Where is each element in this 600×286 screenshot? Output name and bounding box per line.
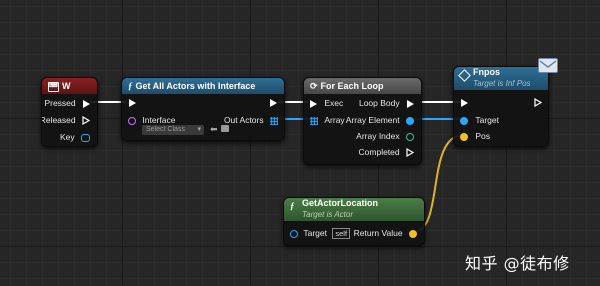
fnpos-target-row[interactable]: Target bbox=[460, 114, 499, 127]
array-element-label: Array Element bbox=[345, 115, 400, 125]
return-value-label: Return Value bbox=[353, 228, 403, 238]
get-loc-header[interactable]: ƒ GetActorLocation Target is Actor bbox=[284, 198, 424, 221]
fnpos-target-label: Target bbox=[475, 115, 499, 125]
watermark: 知乎 @徒布修 bbox=[465, 254, 570, 273]
array-element-pin[interactable] bbox=[406, 116, 414, 125]
completed-exec-pin[interactable] bbox=[406, 148, 414, 158]
loop-body-row[interactable]: Loop Body bbox=[359, 97, 414, 110]
self-value-box[interactable]: self bbox=[332, 228, 351, 239]
array-in-pin[interactable] bbox=[310, 116, 318, 125]
array-label: Array bbox=[324, 115, 345, 125]
fnpos-pos-label: Pos bbox=[475, 131, 491, 141]
foreach-header[interactable]: ⟳ For Each Loop bbox=[304, 78, 421, 94]
array-index-label: Array Index bbox=[356, 131, 400, 141]
browse-arrow-icon[interactable]: ⬅ bbox=[210, 124, 218, 135]
fnpos-pos-row[interactable]: Pos bbox=[460, 130, 490, 143]
select-class-value: Select Class bbox=[146, 126, 185, 133]
array-index-row[interactable]: Array Index bbox=[356, 130, 414, 143]
get-all-header[interactable]: ƒ Get All Actors with Interface bbox=[122, 78, 284, 94]
get-loc-target-pin[interactable] bbox=[290, 229, 298, 238]
fnpos-target-pin[interactable] bbox=[460, 116, 468, 125]
released-exec-pin[interactable] bbox=[82, 116, 90, 126]
fnpos-exec-in-pin[interactable] bbox=[461, 99, 468, 107]
foreach-array-row[interactable]: Array bbox=[310, 114, 345, 127]
out-actors-label: Out Actors bbox=[223, 115, 264, 125]
loop-icon: ⟳ bbox=[310, 81, 318, 91]
out-actors-array-pin[interactable] bbox=[270, 116, 278, 125]
keyboard-icon: ⌨ bbox=[48, 81, 59, 92]
return-value-row[interactable]: Return Value bbox=[354, 227, 417, 240]
array-index-pin[interactable] bbox=[406, 132, 414, 141]
loop-body-label: Loop Body bbox=[358, 98, 400, 108]
out-actors-pin-row[interactable]: Out Actors bbox=[224, 114, 278, 127]
return-value-pin[interactable] bbox=[409, 229, 417, 238]
fnpos-exec-out-pin[interactable] bbox=[534, 98, 542, 107]
fnpos-pos-pin[interactable] bbox=[460, 132, 468, 141]
get-all-actors-with-interface-node[interactable]: ƒ Get All Actors with Interface Interface… bbox=[121, 77, 285, 141]
get-all-exec-in-pin[interactable] bbox=[129, 99, 136, 107]
fnpos-interface-node[interactable]: Fnpos Target is Inf Pos Target Pos bbox=[453, 66, 549, 147]
key-struct-pin[interactable] bbox=[81, 133, 90, 142]
completed-row[interactable]: Completed bbox=[359, 146, 414, 159]
interface-pin[interactable] bbox=[128, 116, 136, 125]
function-icon: ƒ bbox=[290, 201, 295, 211]
get-actor-location-node[interactable]: ƒ GetActorLocation Target is Actor Target… bbox=[283, 197, 425, 246]
foreach-exec-in-pin[interactable] bbox=[310, 99, 317, 108]
get-loc-subtitle: Target is Actor bbox=[302, 210, 353, 219]
w-node-header[interactable]: ⌨ W bbox=[42, 78, 97, 94]
foreach-title: For Each Loop bbox=[320, 81, 384, 91]
get-all-exec-out-pin[interactable] bbox=[270, 99, 277, 107]
fnpos-subtitle: Target is Inf Pos bbox=[473, 79, 531, 88]
pressed-label: Pressed bbox=[44, 98, 76, 108]
select-class-dropdown[interactable]: Select Class ▾ bbox=[142, 125, 204, 135]
fnpos-header[interactable]: Fnpos Target is Inf Pos bbox=[454, 67, 548, 90]
completed-label: Completed bbox=[358, 147, 400, 157]
interface-label: Interface bbox=[142, 115, 176, 125]
key-pin-row[interactable]: Key bbox=[60, 131, 90, 144]
loop-body-exec-pin[interactable] bbox=[407, 99, 414, 108]
released-pin-row[interactable]: Released bbox=[41, 114, 90, 127]
get-loc-target-label: Target bbox=[303, 228, 327, 238]
chevron-down-icon: ▾ bbox=[197, 126, 201, 133]
pressed-pin-row[interactable]: Pressed bbox=[44, 97, 90, 110]
function-icon: ƒ bbox=[128, 81, 133, 91]
released-label: Released bbox=[41, 115, 76, 125]
w-key-event-node[interactable]: ⌨ W Pressed Released Key bbox=[41, 77, 98, 147]
pressed-exec-pin[interactable] bbox=[83, 99, 90, 108]
envelope-icon bbox=[538, 58, 558, 73]
array-element-row[interactable]: Array Element bbox=[346, 114, 414, 127]
exec-label: Exec bbox=[324, 98, 344, 108]
w-node-title: W bbox=[62, 81, 71, 91]
get-loc-target-row[interactable]: Target self bbox=[290, 227, 351, 240]
interface-message-icon bbox=[458, 69, 471, 82]
get-all-title: Get All Actors with Interface bbox=[135, 81, 256, 91]
key-label: Key bbox=[59, 132, 75, 142]
for-each-loop-node[interactable]: ⟳ For Each Loop Exec Array Loop Body Arra… bbox=[303, 77, 422, 165]
foreach-exec-row[interactable]: Exec bbox=[310, 97, 343, 110]
